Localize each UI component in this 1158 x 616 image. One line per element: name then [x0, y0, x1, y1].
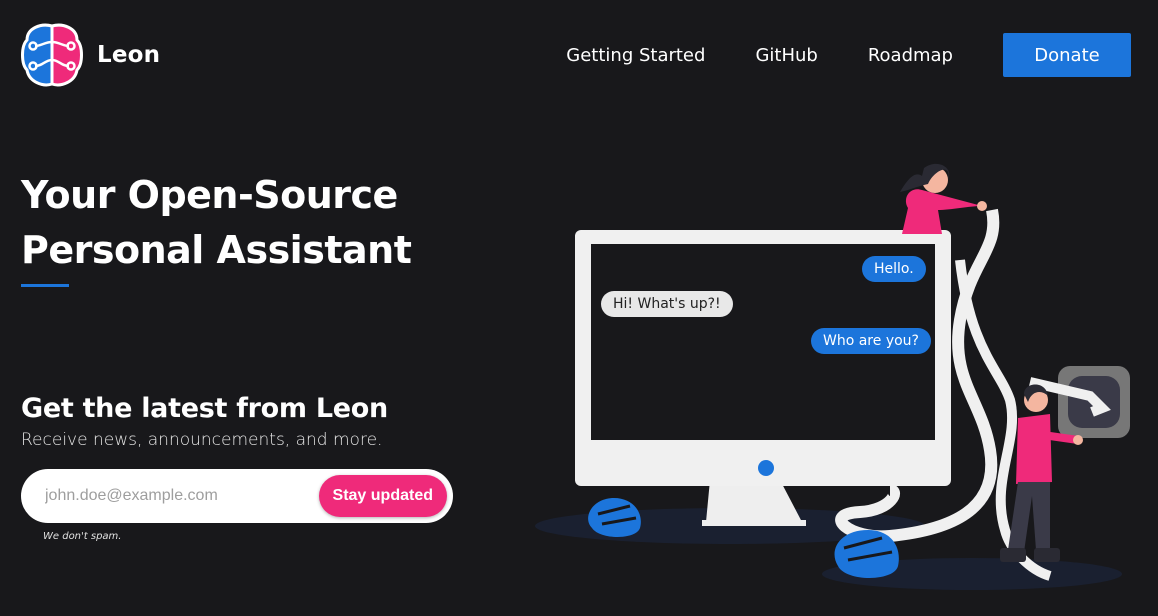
- brand-logo[interactable]: Leon: [21, 22, 160, 88]
- newsletter-subtitle: Receive news, announcements, and more.: [21, 430, 383, 450]
- brain-logo-icon: [21, 23, 83, 87]
- man-legs: [1008, 482, 1050, 552]
- nav-github[interactable]: GitHub: [755, 45, 817, 66]
- hero-title-line2: Personal Assistant: [21, 228, 412, 272]
- top-nav: Getting Started GitHub Roadmap Donate: [566, 33, 1131, 77]
- brand-name: Leon: [97, 42, 161, 68]
- woman-body: [902, 189, 982, 234]
- hero-title-line1: Your Open-Source: [21, 173, 398, 217]
- hero-title: Your Open-Source Personal Assistant: [21, 168, 441, 278]
- nav-getting-started[interactable]: Getting Started: [566, 45, 705, 66]
- nav-roadmap[interactable]: Roadmap: [868, 45, 953, 66]
- chat-bubble-leon: Who are you?: [811, 328, 931, 354]
- landing-page: Leon Getting Started GitHub Roadmap Dona…: [0, 0, 1158, 616]
- newsletter-form: Stay updated: [21, 469, 453, 523]
- computer-illustration: [535, 163, 1130, 590]
- donate-button[interactable]: Donate: [1003, 33, 1131, 77]
- chat-bubble-leon: Hello.: [862, 256, 926, 282]
- hero-divider: [21, 284, 69, 287]
- hero-illustration: Hello. Hi! What's up?! Who are you?: [530, 150, 1158, 610]
- newsletter-title: Get the latest from Leon: [21, 393, 388, 424]
- monitor-stand: [706, 480, 802, 522]
- email-input[interactable]: [45, 487, 319, 505]
- power-icon: [758, 460, 774, 476]
- man-body: [1016, 414, 1052, 484]
- no-spam-note: We don't spam.: [43, 531, 122, 542]
- stay-updated-button[interactable]: Stay updated: [318, 475, 447, 517]
- chat-bubble-user: Hi! What's up?!: [601, 291, 733, 317]
